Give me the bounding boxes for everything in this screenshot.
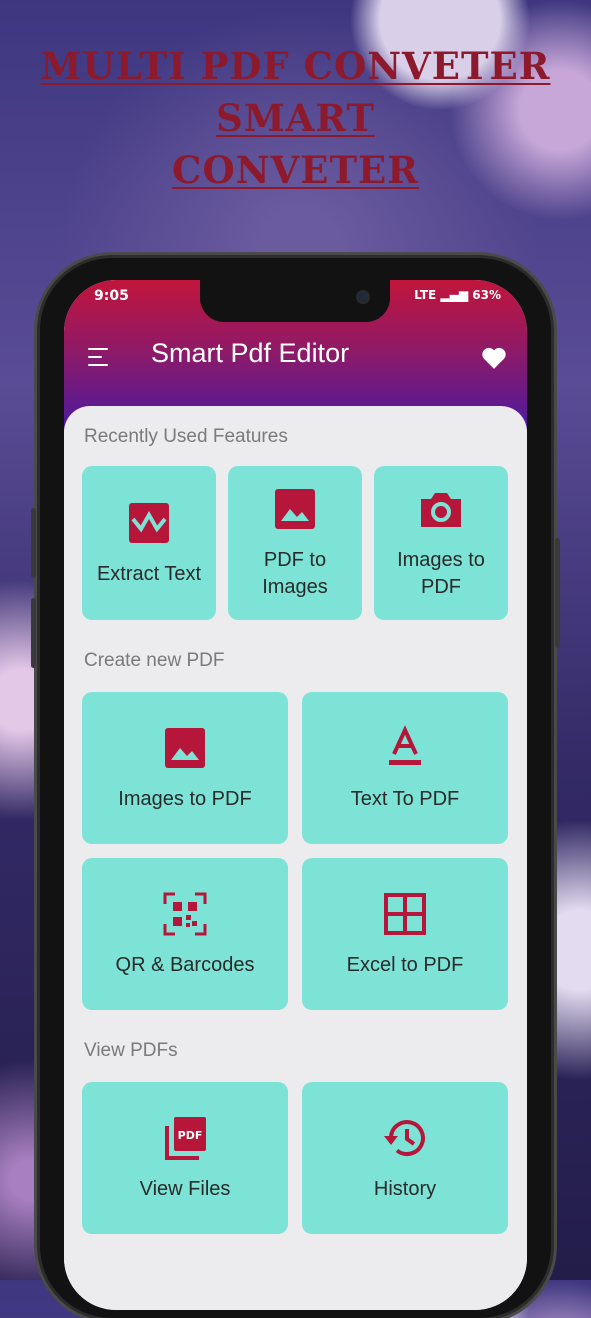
card-images-to-pdf[interactable]: Images to PDF (82, 692, 288, 844)
section-recent-title: Recently Used Features (84, 426, 288, 447)
heart-icon[interactable] (481, 346, 507, 370)
power-button (555, 538, 560, 648)
headline-line-1: MULTI PDF CONVETER (40, 44, 551, 88)
card-label: Images to PDF (397, 549, 485, 598)
history-icon (384, 1119, 425, 1156)
card-label: View Files (139, 1177, 231, 1200)
qr-code-icon (163, 892, 207, 935)
card-label: Excel to PDF (346, 953, 464, 976)
camera-notch (200, 280, 390, 322)
card-images-to-pdf-recent[interactable]: Images to PDF (374, 466, 508, 620)
card-extract-text[interactable]: Extract Text (82, 466, 216, 620)
section-view-title: View PDFs (84, 1040, 178, 1061)
app-title: Smart Pdf Editor (151, 338, 350, 368)
phone-screen: 9:05 LTE ▂▄▆ 63% Smart Pdf Editor Recent… (64, 280, 527, 1310)
signal-icon: ▂▄▆ (440, 288, 469, 302)
card-label: Extract Text (96, 562, 202, 585)
volume-button (31, 598, 36, 668)
card-label: Images to PDF (118, 787, 252, 810)
headline-line-2: SMART (215, 96, 376, 140)
front-camera (358, 292, 368, 302)
status-indicators: LTE ▂▄▆ 63% (414, 288, 501, 302)
card-qr-barcodes[interactable]: QR & Barcodes (82, 858, 288, 1010)
headline-line-3: CONVETER (172, 148, 419, 192)
extract-text-icon (129, 502, 169, 543)
pdf-file-icon: PDF (165, 1116, 206, 1160)
card-history[interactable]: History (302, 1082, 508, 1234)
svg-text:PDF: PDF (178, 1129, 203, 1142)
card-label: History (373, 1177, 437, 1200)
main-content: Recently Used Features Extract Text PDF … (64, 406, 527, 1310)
card-label: Text To PDF (350, 787, 460, 810)
card-text-to-pdf[interactable]: Text To PDF (302, 692, 508, 844)
card-pdf-to-images[interactable]: PDF to Images (228, 466, 362, 620)
section-create-title: Create new PDF (84, 650, 225, 671)
image-icon (275, 489, 315, 529)
battery-level: 63% (472, 288, 501, 302)
grid-icon (384, 892, 426, 935)
image-icon (165, 727, 205, 768)
status-time: 9:05 (94, 288, 129, 304)
network-label: LTE (414, 288, 437, 302)
phone-frame: 9:05 LTE ▂▄▆ 63% Smart Pdf Editor Recent… (31, 258, 560, 1318)
card-excel-to-pdf[interactable]: Excel to PDF (302, 858, 508, 1010)
volume-button (31, 508, 36, 578)
promo-headline: MULTI PDF CONVETER SMART CONVETER (0, 40, 591, 196)
text-icon (389, 724, 421, 765)
menu-icon[interactable] (88, 348, 112, 368)
card-view-files[interactable]: PDF View Files (82, 1082, 288, 1234)
card-label: QR & Barcodes (115, 953, 255, 976)
camera-icon (421, 493, 461, 527)
card-label: PDF to Images (262, 549, 328, 598)
